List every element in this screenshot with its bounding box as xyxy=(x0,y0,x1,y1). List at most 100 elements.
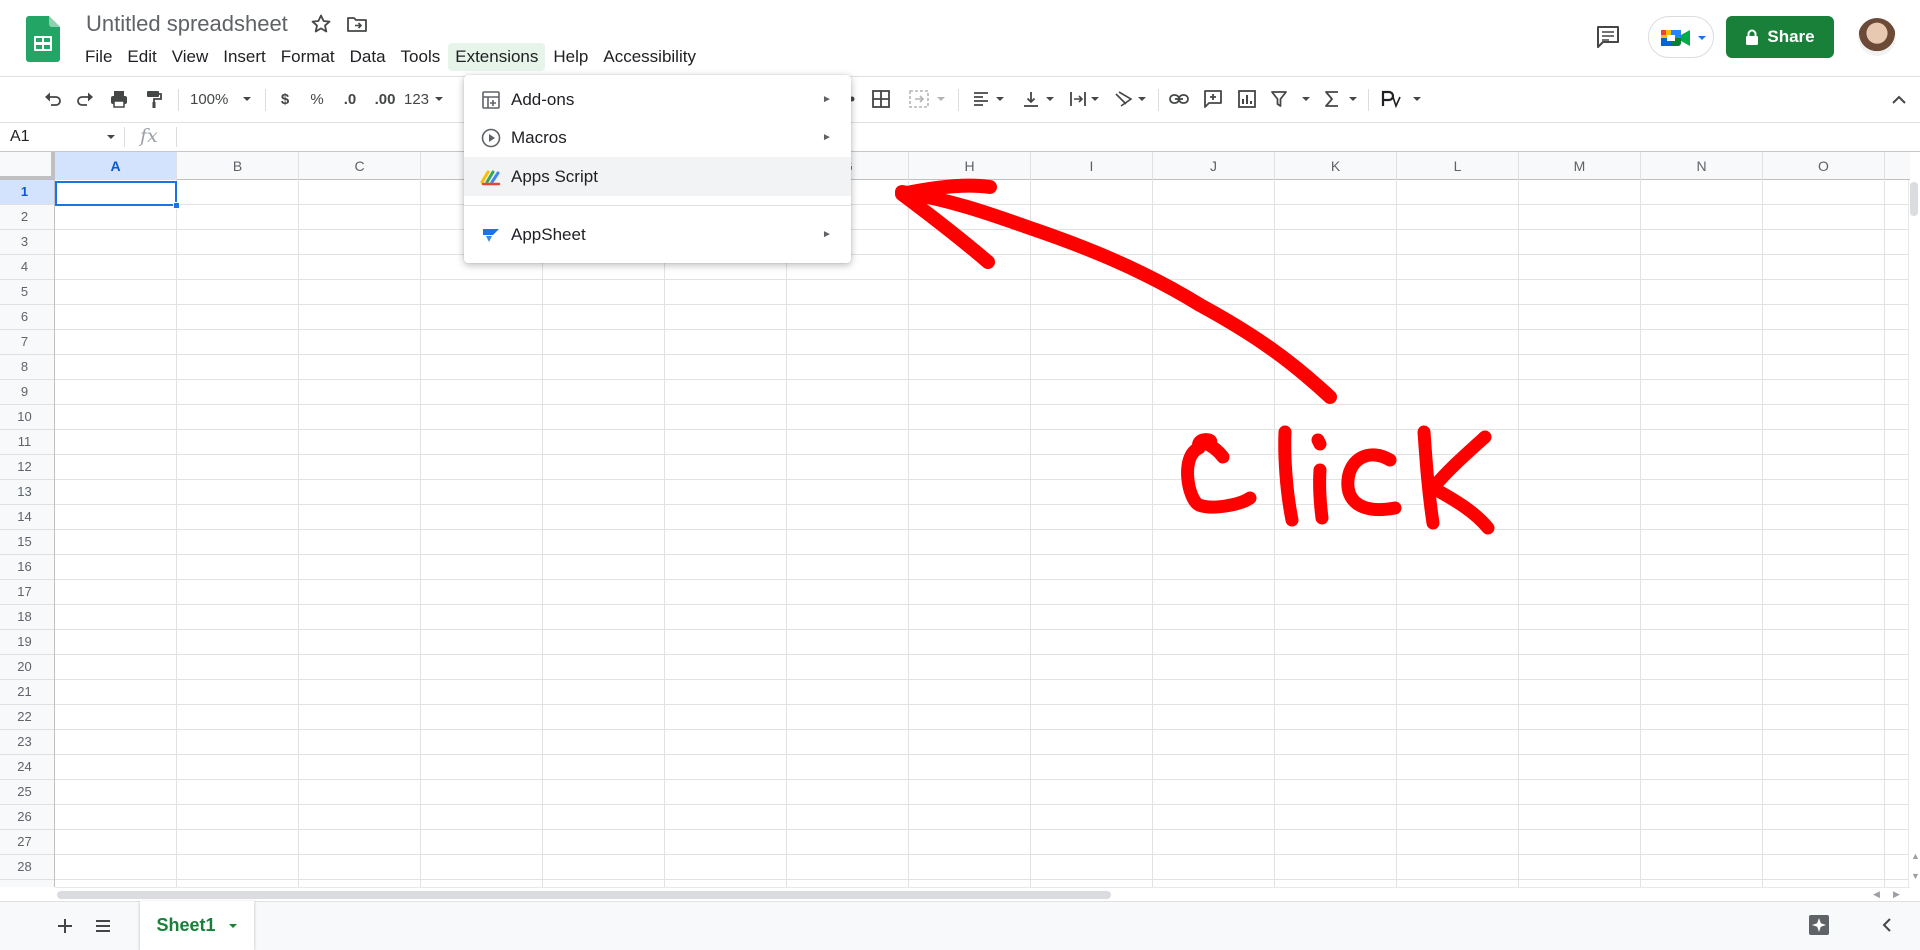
column-header[interactable]: A xyxy=(55,152,177,180)
column-header[interactable]: N xyxy=(1641,152,1763,180)
all-sheets-icon[interactable] xyxy=(90,913,116,939)
column-header[interactable]: I xyxy=(1031,152,1153,180)
row-header[interactable]: 12 xyxy=(0,455,54,480)
undo-button[interactable] xyxy=(40,86,66,112)
chevron-left-icon[interactable] xyxy=(1878,916,1896,934)
chevron-down-icon[interactable] xyxy=(228,923,238,929)
decrease-decimal-button[interactable]: .0 xyxy=(336,86,364,112)
column-header[interactable]: J xyxy=(1153,152,1275,180)
meet-button[interactable] xyxy=(1648,16,1714,58)
move-folder-icon[interactable] xyxy=(345,12,369,36)
horizontal-scrollbar-thumb[interactable] xyxy=(57,891,1111,899)
sheet-tab-sheet1[interactable]: Sheet1 xyxy=(140,901,254,950)
vertical-scrollbar[interactable] xyxy=(1908,180,1920,887)
row-header[interactable]: 26 xyxy=(0,805,54,830)
menu-format[interactable]: Format xyxy=(274,43,342,71)
row-header[interactable]: 16 xyxy=(0,555,54,580)
horizontal-align-button[interactable] xyxy=(968,86,1008,112)
row-header[interactable]: 24 xyxy=(0,755,54,780)
column-header[interactable]: L xyxy=(1397,152,1519,180)
merge-cells-button[interactable] xyxy=(904,86,950,112)
paint-format-button[interactable] xyxy=(141,86,167,112)
row-header[interactable]: 5 xyxy=(0,280,54,305)
menu-accessibility[interactable]: Accessibility xyxy=(596,43,703,71)
menu-item-apps-script[interactable]: Apps Script xyxy=(464,157,851,196)
scroll-left-icon[interactable]: ◀ xyxy=(1873,889,1880,900)
scroll-down-icon[interactable]: ▼ xyxy=(1911,871,1920,881)
row-header[interactable]: 14 xyxy=(0,505,54,530)
row-header[interactable]: 21 xyxy=(0,680,54,705)
menu-help[interactable]: Help xyxy=(546,43,595,71)
column-header[interactable]: M xyxy=(1519,152,1641,180)
menu-view[interactable]: View xyxy=(165,43,216,71)
input-tools-button[interactable] xyxy=(1378,86,1424,112)
insert-comment-button[interactable] xyxy=(1200,86,1226,112)
account-avatar[interactable] xyxy=(1858,18,1896,56)
column-header[interactable]: H xyxy=(909,152,1031,180)
collapse-menus-icon[interactable] xyxy=(1888,89,1910,111)
row-header[interactable]: 3 xyxy=(0,230,54,255)
insert-chart-button[interactable] xyxy=(1234,86,1260,112)
select-all-corner[interactable] xyxy=(0,152,55,180)
vertical-scrollbar-thumb[interactable] xyxy=(1910,182,1918,216)
cell-grid[interactable] xyxy=(55,180,1910,887)
row-header[interactable]: 28 xyxy=(0,855,54,880)
scroll-right-icon[interactable]: ▶ xyxy=(1893,889,1900,900)
explore-icon[interactable] xyxy=(1806,912,1832,938)
name-box[interactable]: A1 xyxy=(0,123,122,151)
menu-item-appsheet[interactable]: AppSheet ► xyxy=(464,215,851,254)
row-header[interactable]: 8 xyxy=(0,355,54,380)
row-header[interactable]: 27 xyxy=(0,830,54,855)
row-header[interactable]: 7 xyxy=(0,330,54,355)
insert-link-button[interactable] xyxy=(1166,86,1192,112)
star-icon[interactable] xyxy=(309,12,333,36)
more-formats-button[interactable]: 123 xyxy=(404,86,444,112)
redo-button[interactable] xyxy=(72,86,98,112)
scroll-up-icon[interactable]: ▲ xyxy=(1911,851,1920,861)
row-header[interactable]: 10 xyxy=(0,405,54,430)
currency-format-button[interactable]: $ xyxy=(274,86,296,112)
menu-edit[interactable]: Edit xyxy=(120,43,163,71)
row-header[interactable]: 25 xyxy=(0,780,54,805)
zoom-select[interactable]: 100% xyxy=(186,86,256,112)
active-cell-a1[interactable] xyxy=(55,181,177,206)
column-header[interactable]: K xyxy=(1275,152,1397,180)
share-button[interactable]: Share xyxy=(1726,16,1834,58)
sheets-logo-icon[interactable] xyxy=(26,16,60,62)
row-header[interactable]: 2 xyxy=(0,205,54,230)
row-header[interactable]: 13 xyxy=(0,480,54,505)
menu-extensions[interactable]: Extensions xyxy=(448,43,546,71)
row-header[interactable]: 18 xyxy=(0,605,54,630)
chevron-down-icon[interactable] xyxy=(106,134,116,140)
row-header[interactable]: 22 xyxy=(0,705,54,730)
menu-item-add-ons[interactable]: Add-ons ► xyxy=(464,80,851,119)
menu-item-macros[interactable]: Macros ► xyxy=(464,118,851,157)
text-rotation-button[interactable] xyxy=(1110,86,1150,112)
row-header[interactable]: 11 xyxy=(0,430,54,455)
fill-handle[interactable] xyxy=(173,202,180,209)
row-header[interactable]: 23 xyxy=(0,730,54,755)
column-header[interactable]: O xyxy=(1763,152,1885,180)
text-wrapping-button[interactable] xyxy=(1066,86,1102,112)
add-sheet-icon[interactable] xyxy=(52,913,78,939)
column-header[interactable]: C xyxy=(299,152,421,180)
row-header[interactable]: 15 xyxy=(0,530,54,555)
comment-history-icon[interactable] xyxy=(1594,23,1622,51)
menu-file[interactable]: File xyxy=(78,43,119,71)
row-header[interactable]: 20 xyxy=(0,655,54,680)
print-button[interactable] xyxy=(106,86,132,112)
document-title[interactable]: Untitled spreadsheet xyxy=(86,10,288,38)
row-header[interactable]: 19 xyxy=(0,630,54,655)
increase-decimal-button[interactable]: .00 xyxy=(370,86,400,112)
vertical-align-button[interactable] xyxy=(1018,86,1058,112)
row-header[interactable]: 6 xyxy=(0,305,54,330)
row-header[interactable]: 17 xyxy=(0,580,54,605)
menu-insert[interactable]: Insert xyxy=(216,43,273,71)
menu-data[interactable]: Data xyxy=(343,43,393,71)
filter-button[interactable] xyxy=(1268,86,1312,112)
row-header[interactable]: 1 xyxy=(0,180,54,205)
percent-format-button[interactable]: % xyxy=(306,86,328,112)
menu-tools[interactable]: Tools xyxy=(394,43,448,71)
row-header[interactable]: 4 xyxy=(0,255,54,280)
functions-button[interactable] xyxy=(1320,86,1360,112)
